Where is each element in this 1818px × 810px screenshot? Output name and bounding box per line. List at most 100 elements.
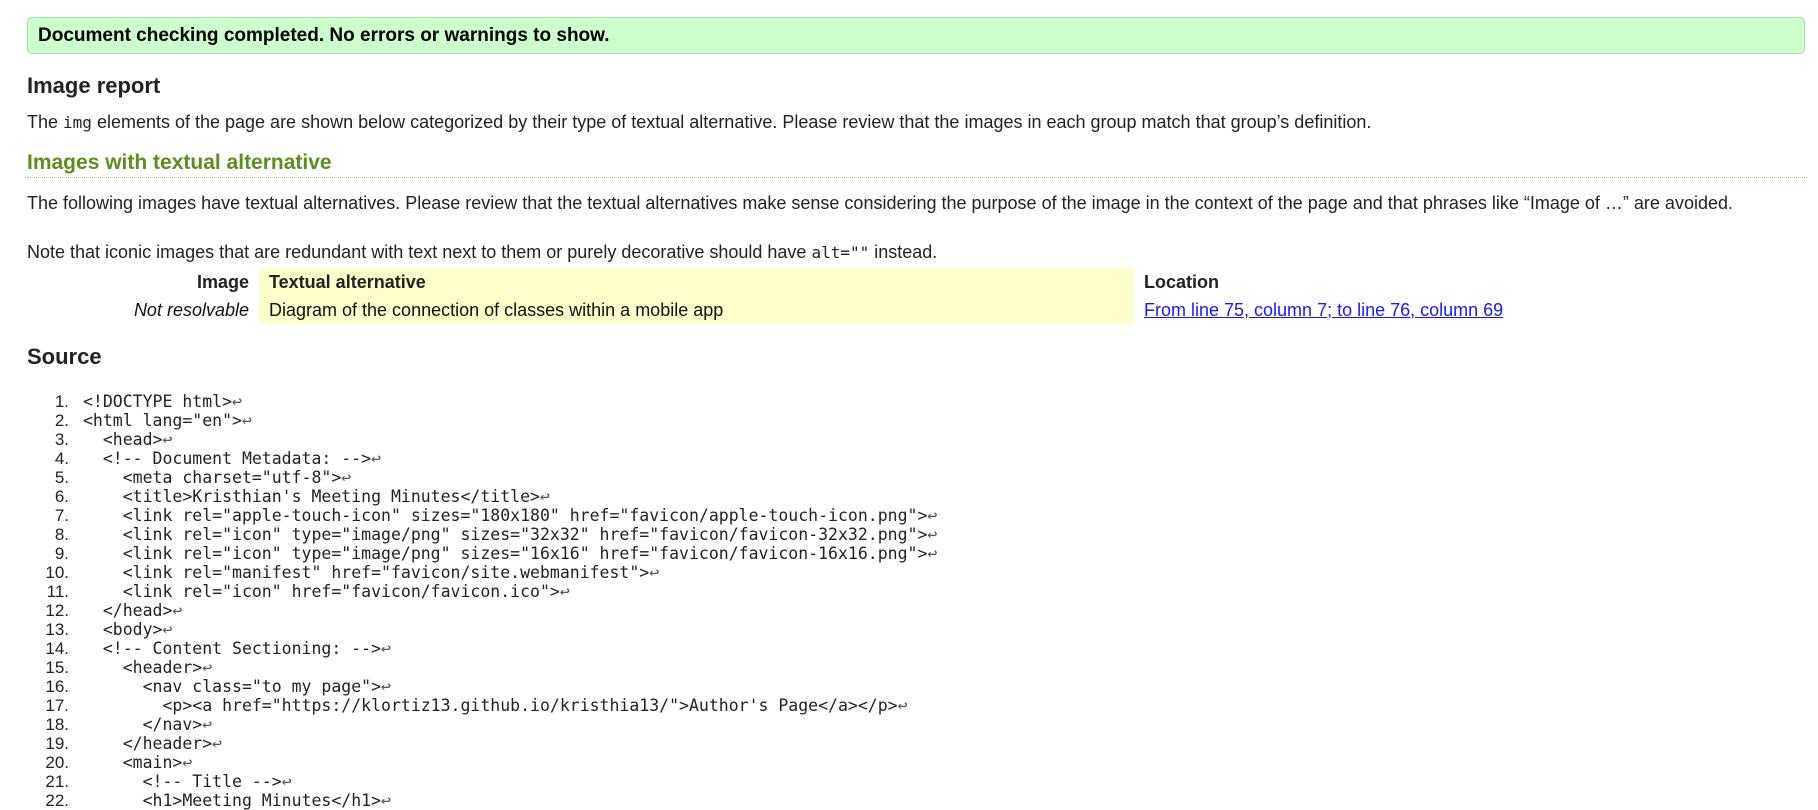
alt-section-heading: Images with textual alternative [27,151,1807,178]
line-code: <html lang="en"> [83,411,242,430]
intro-text-after: elements of the page are shown below cat… [91,112,1372,132]
line-end-icon: ↩ [182,753,193,772]
line-code: <link rel="apple-touch-icon" sizes="180x… [83,506,928,525]
line-end-icon: ↩ [381,639,391,658]
line-number: 14. [45,639,69,658]
line-number: 1. [54,392,69,411]
line-number: 8. [54,525,69,544]
line-code: <!-- Title --> [83,772,282,791]
line-end-icon: ↩ [649,563,660,582]
line-end-icon: ↩ [927,544,938,563]
source-line: 20. <main>↩ [45,753,937,772]
note-code: alt="" [811,243,870,262]
source-line: 13. <body>↩ [45,620,937,639]
line-code: </nav> [83,715,203,734]
source-line: 3. <head>↩ [55,430,937,449]
location-cell: From line 75, column 7; to line 76, colu… [1134,296,1513,324]
line-code: <head> [83,430,163,449]
line-number: 18. [45,715,69,734]
line-code: <h1>Meeting Minutes</h1> [83,791,382,810]
source-line: 17. <p><a href="https://klortiz13.github… [45,696,937,715]
line-number: 2. [54,411,69,430]
line-number: 9. [54,544,69,563]
source-line: 12. </head>↩ [45,601,937,620]
line-number: 15. [45,658,69,677]
line-number: 22. [45,791,69,810]
line-code: <p><a href="https://klortiz13.github.io/… [83,696,898,715]
image-report-heading: Image report [27,73,161,98]
source-line: 11. <link rel="icon" href="favicon/favic… [47,582,937,601]
source-line: 19. </header>↩ [45,734,937,753]
note-text-after: instead. [869,242,938,262]
alt-section-description: The following images have textual altern… [27,193,1733,213]
line-code: <!-- Document Metadata: --> [83,449,372,468]
line-code: <!-- Content Sectioning: --> [83,639,382,658]
image-cell: Not resolvable [133,299,249,320]
source-line: 4. <!-- Document Metadata: -->↩ [55,449,937,468]
intro-text-before: The [27,112,64,132]
intro-code: img [63,113,92,132]
line-end-icon: ↩ [162,620,173,639]
source-line: 1. <!DOCTYPE html>↩ [55,392,937,411]
line-code: <main> [83,753,183,772]
line-end-icon: ↩ [371,449,382,468]
line-number: 19. [45,734,69,753]
line-number: 11. [46,582,69,601]
line-end-icon: ↩ [381,791,391,810]
line-code: </header> [83,734,213,753]
header-image: Image [196,271,249,292]
line-end-icon: ↩ [381,677,391,696]
image-report-intro: The img elements of the page are shown b… [27,112,1371,133]
alt-text-cell: Diagram of the connection of classes wit… [259,296,1134,324]
source-line: 7. <link rel="apple-touch-icon" sizes="1… [55,506,938,525]
source-line: 9. <link rel="icon" type="image/png" siz… [55,544,938,563]
line-code: <!DOCTYPE html> [83,392,233,411]
source-line: 8. <link rel="icon" type="image/png" siz… [55,525,938,544]
line-number: 20. [45,753,69,772]
alt-section-note: Note that iconic images that are redunda… [27,242,937,263]
source-line: 6. <title>Kristhian's Meeting Minutes</t… [55,487,937,506]
source-line: 16. <nav class="to my page">↩ [45,677,937,696]
source-heading: Source [27,344,102,369]
source-line: 21. <!-- Title -->↩ [45,772,937,791]
line-code: <nav class="to my page"> [83,677,382,696]
line-number: 4. [54,449,69,468]
line-code: <link rel="icon" href="favicon/favicon.i… [83,582,560,601]
line-number: 12. [45,601,69,620]
source-line: 22. <h1>Meeting Minutes</h1>↩ [45,791,937,810]
table-header-row: Image Textual alternative Location [27,268,1513,296]
line-number: 5. [54,468,69,487]
line-end-icon: ↩ [172,601,183,620]
line-code: <link rel="icon" type="image/png" sizes=… [83,525,928,544]
line-end-icon: ↩ [212,734,223,753]
line-end-icon: ↩ [927,525,938,544]
source-line: 14. <!-- Content Sectioning: -->↩ [45,639,937,658]
line-number: 21. [45,772,69,791]
line-number: 10. [45,563,69,582]
line-code: <title>Kristhian's Meeting Minutes</titl… [83,487,540,506]
source-line: 2. <html lang="en">↩ [55,411,937,430]
line-code: <meta charset="utf-8"> [83,468,342,487]
line-end-icon: ↩ [232,392,242,411]
line-number: 7. [54,506,69,525]
line-end-icon: ↩ [202,658,213,677]
status-message: Document checking completed. No errors o… [38,25,610,46]
location-link[interactable]: From line 75, column 7; to line 76, colu… [1144,300,1503,320]
line-code: <link rel="manifest" href="favicon/site.… [83,563,650,582]
source-code-list: 1. <!DOCTYPE html>↩ 2. <html lang="en">↩ 3. … [27,392,937,810]
source-line: 15. <header>↩ [45,658,937,677]
line-end-icon: ↩ [241,411,252,430]
line-code: <link rel="icon" type="image/png" sizes=… [83,544,928,563]
line-number: 16. [45,677,69,696]
line-number: 17. [45,696,69,715]
line-code: <header> [83,658,203,677]
line-end-icon: ↩ [281,772,292,791]
line-number: 6. [54,487,69,506]
source-line: 10. <link rel="manifest" href="favicon/s… [45,563,937,582]
note-text-before: Note that iconic images that are redunda… [27,242,812,262]
line-code: </head> [83,601,173,620]
source-line: 5. <meta charset="utf-8">↩ [55,468,937,487]
source-line: 18. </nav>↩ [45,715,937,734]
line-code: <body> [83,620,163,639]
line-end-icon: ↩ [927,506,938,525]
